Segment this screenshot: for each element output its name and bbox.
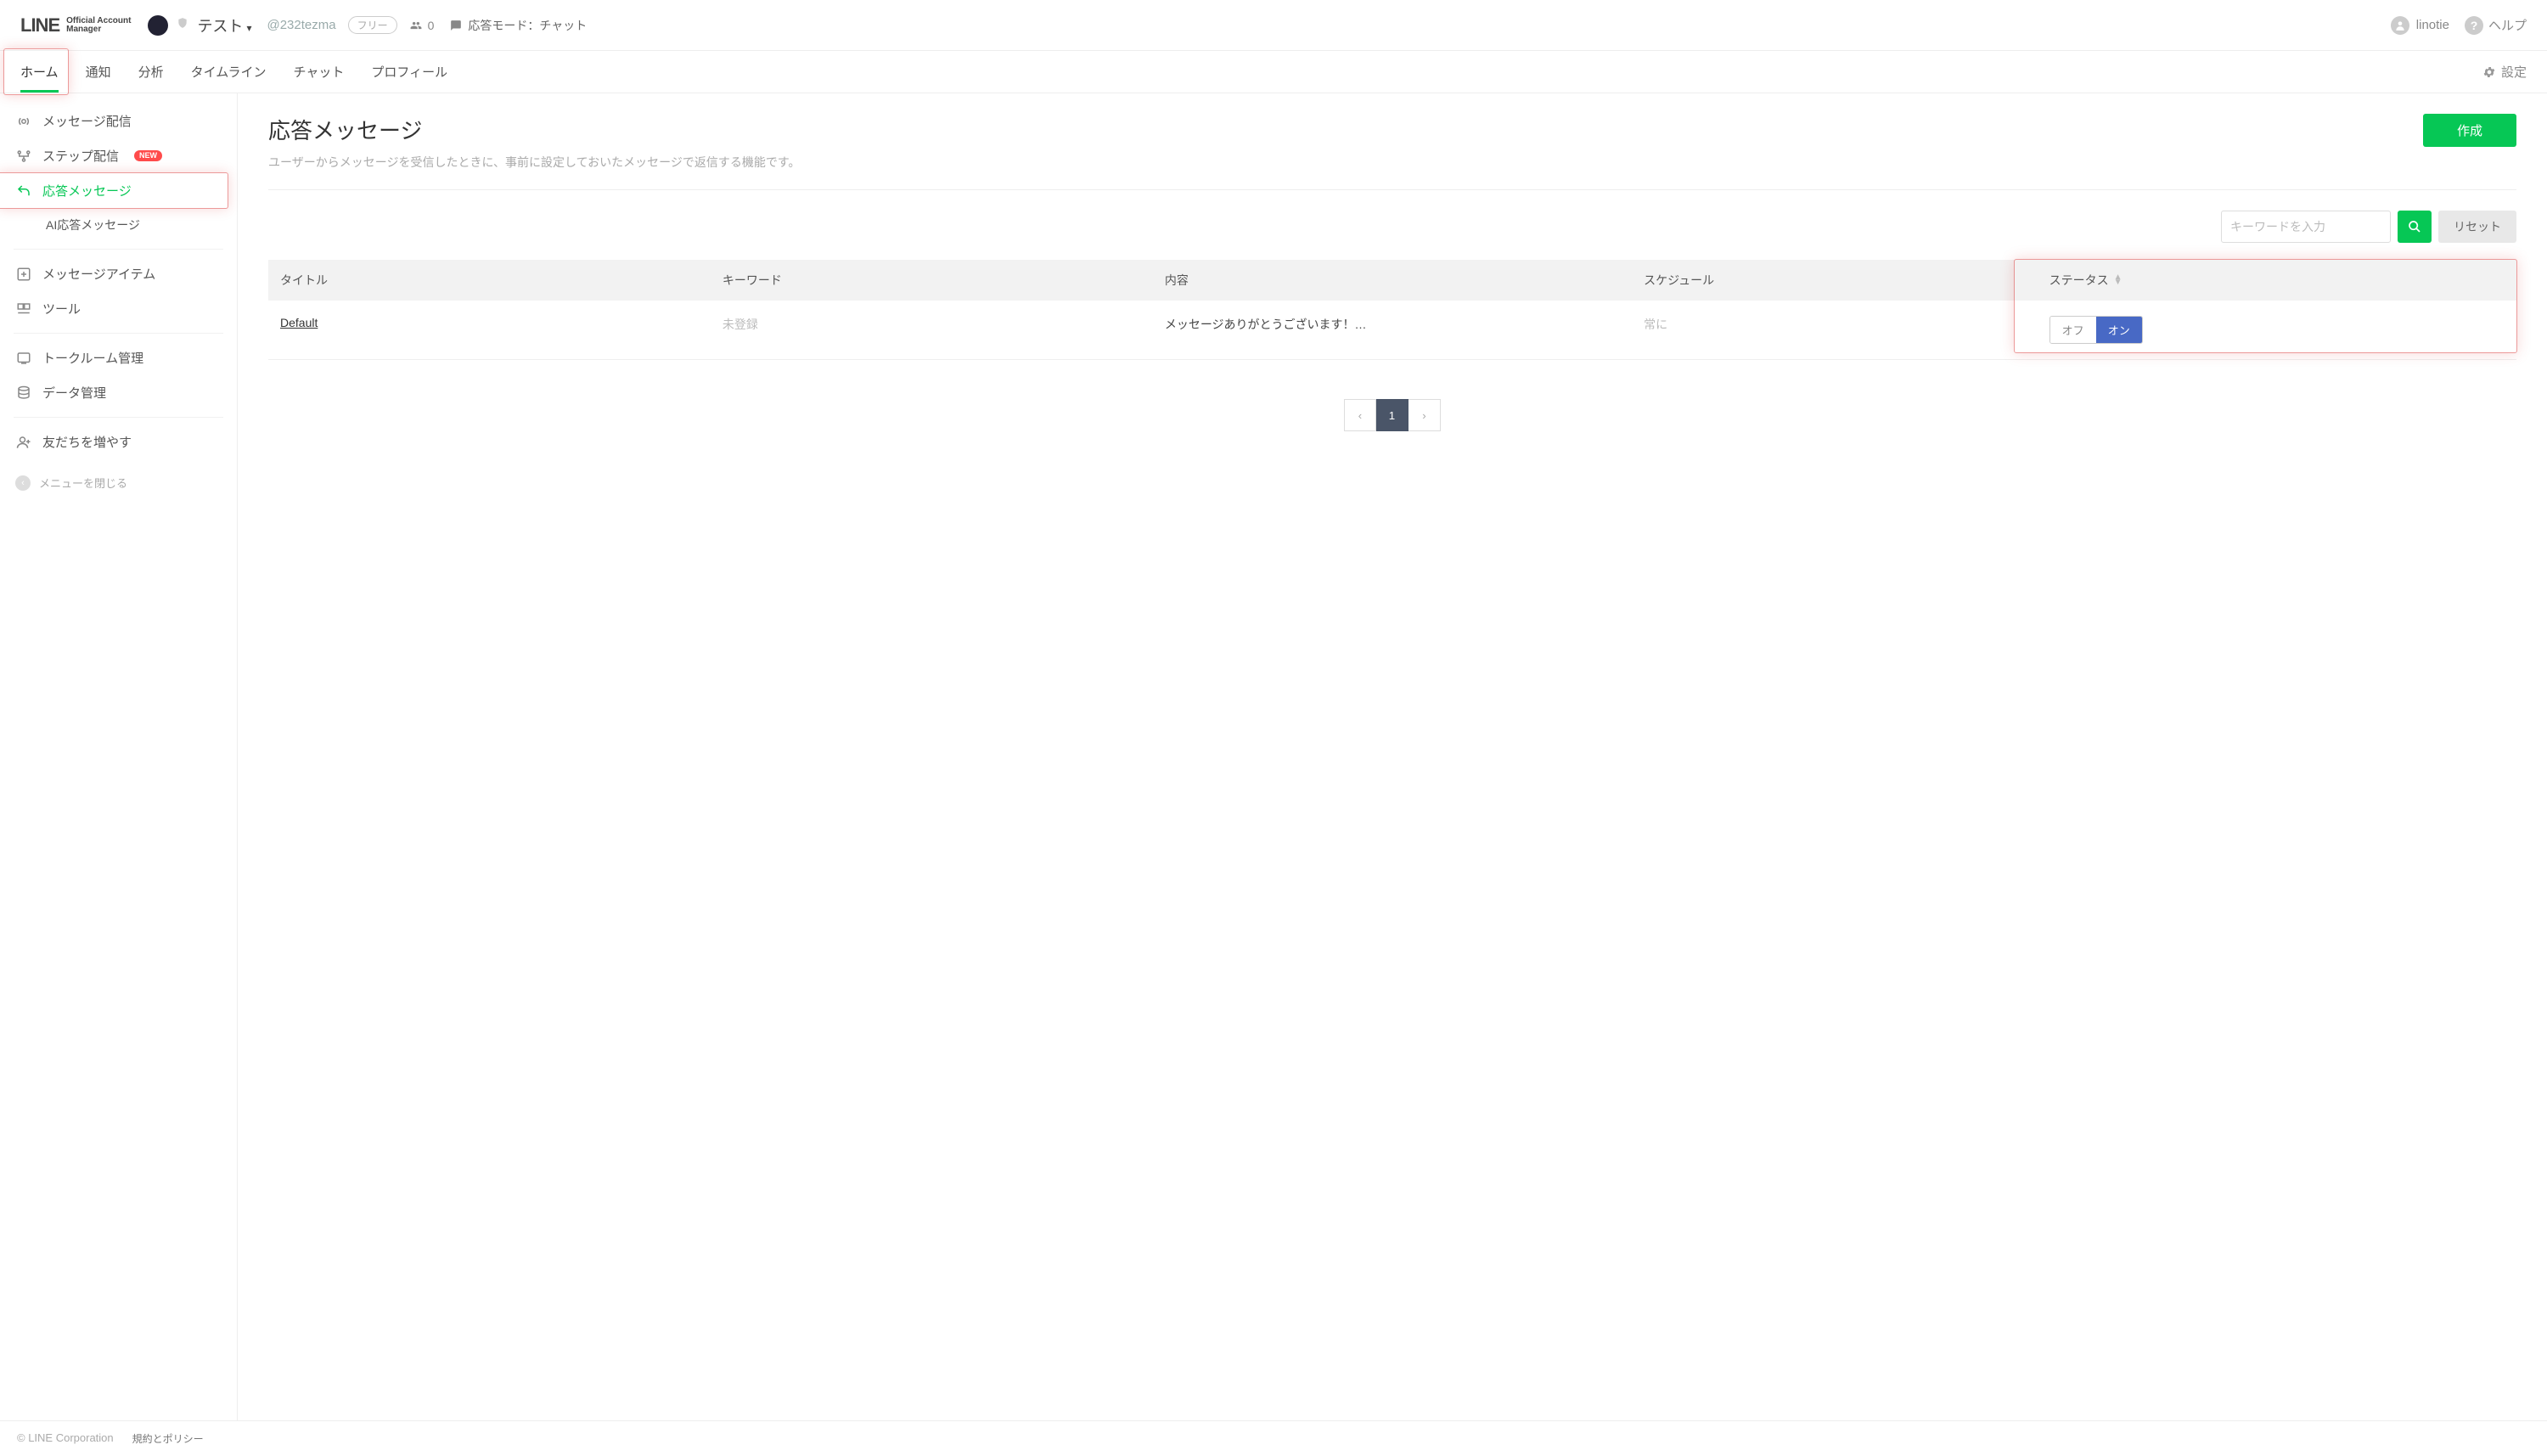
- page-prev[interactable]: ‹: [1344, 399, 1376, 431]
- new-badge: NEW: [134, 150, 162, 161]
- tools-icon: [15, 301, 32, 317]
- search-button[interactable]: [2398, 211, 2432, 243]
- table-row: Default 未登録 メッセージありがとうございます！… 常に オフ オン: [268, 301, 2516, 359]
- plus-square-icon: [15, 267, 32, 282]
- table-header: タイトル キーワード 内容 スケジュール ステータス ▲▼: [268, 260, 2516, 301]
- footer: © LINE Corporation 規約とポリシー: [0, 1420, 2547, 1456]
- response-mode[interactable]: 応答モード：チャット: [449, 17, 587, 34]
- sidebar-item-data[interactable]: データ管理: [0, 375, 237, 410]
- account-name: テスト▾: [197, 14, 251, 37]
- search-input[interactable]: [2221, 211, 2391, 243]
- sidebar-item-talkroom[interactable]: トークルーム管理: [0, 340, 237, 375]
- user-avatar-icon: [2391, 16, 2409, 35]
- chatroom-icon: [15, 351, 32, 366]
- sort-icon: ▲▼: [2114, 275, 2122, 285]
- sidebar-item-auto-response[interactable]: 応答メッセージ: [0, 173, 237, 208]
- row-keyword: 未登録: [711, 301, 1153, 359]
- th-content[interactable]: 内容: [1153, 260, 1632, 301]
- status-toggle: オフ オン: [2049, 316, 2143, 344]
- close-sidebar[interactable]: ‹ メニューを閉じる: [0, 464, 237, 501]
- tab-timeline[interactable]: タイムライン: [191, 51, 267, 93]
- page-next[interactable]: ›: [1408, 399, 1441, 431]
- sidebar-item-tools[interactable]: ツール: [0, 291, 237, 326]
- row-title-link[interactable]: Default: [280, 316, 318, 329]
- th-title[interactable]: タイトル: [268, 260, 711, 301]
- tab-analysis[interactable]: 分析: [138, 51, 164, 93]
- create-button[interactable]: 作成: [2423, 114, 2516, 147]
- reply-icon: [15, 183, 32, 199]
- toggle-on[interactable]: オン: [2096, 317, 2142, 343]
- page-1[interactable]: 1: [1376, 399, 1408, 431]
- tab-home[interactable]: ホーム: [20, 51, 59, 93]
- logo[interactable]: LINE Official Account Manager: [20, 14, 131, 37]
- reset-button[interactable]: リセット: [2438, 211, 2516, 243]
- header-bar: LINE Official Account Manager テスト▾ @232t…: [0, 0, 2547, 51]
- account-avatar-icon: [148, 15, 168, 36]
- logo-subtext: Official Account Manager: [66, 17, 131, 34]
- plan-badge: フリー: [348, 16, 397, 34]
- sidebar-item-step[interactable]: ステップ配信 NEW: [0, 138, 237, 173]
- shield-icon: [177, 16, 188, 34]
- sidebar-item-message-item[interactable]: メッセージアイテム: [0, 256, 237, 291]
- main-nav: ホーム 通知 分析 タイムライン チャット プロフィール 設定: [0, 51, 2547, 93]
- tab-chat[interactable]: チャット: [294, 51, 345, 93]
- tab-profile[interactable]: プロフィール: [371, 51, 447, 93]
- add-user-icon: [15, 435, 32, 450]
- help-link[interactable]: ? ヘルプ: [2465, 16, 2527, 35]
- sidebar-item-broadcast[interactable]: メッセージ配信: [0, 104, 237, 138]
- gear-icon: [2482, 65, 2496, 79]
- sidebar-item-ai-response[interactable]: AI応答メッセージ: [0, 208, 237, 242]
- toggle-off[interactable]: オフ: [2050, 317, 2096, 343]
- logo-text: LINE: [20, 14, 59, 37]
- chevron-left-icon: ‹: [15, 475, 31, 491]
- step-icon: [15, 149, 32, 164]
- chat-bubble-icon: [449, 20, 463, 31]
- search-icon: [2408, 220, 2421, 233]
- divider: [268, 189, 2516, 190]
- username: linotie: [2416, 18, 2449, 32]
- sidebar: メッセージ配信 ステップ配信 NEW 応答メッセージ AI応答メッセージ メッセ…: [0, 93, 238, 1420]
- page-title: 応答メッセージ: [268, 114, 801, 145]
- user-menu[interactable]: linotie: [2391, 16, 2449, 35]
- pagination: ‹ 1 ›: [268, 399, 2516, 431]
- account-switcher[interactable]: テスト▾: [148, 14, 251, 37]
- page-subtitle: ユーザーからメッセージを受信したときに、事前に設定しておいたメッセージで返信する…: [268, 154, 801, 171]
- th-status[interactable]: ステータス ▲▼: [2038, 260, 2516, 301]
- th-keyword[interactable]: キーワード: [711, 260, 1153, 301]
- main-content: 応答メッセージ ユーザーからメッセージを受信したときに、事前に設定しておいたメッ…: [238, 93, 2547, 1420]
- row-content: メッセージありがとうございます！…: [1153, 301, 1632, 359]
- th-schedule[interactable]: スケジュール: [1632, 260, 2038, 301]
- account-handle: @232tezma: [267, 18, 335, 32]
- broadcast-icon: [15, 114, 32, 129]
- settings-link[interactable]: 設定: [2482, 63, 2527, 81]
- help-icon: ?: [2465, 16, 2483, 35]
- copyright: © LINE Corporation: [17, 1431, 114, 1446]
- policy-link[interactable]: 規約とポリシー: [132, 1431, 204, 1446]
- sidebar-item-grow-friends[interactable]: 友だちを増やす: [0, 424, 237, 459]
- chevron-down-icon: ▾: [246, 22, 251, 34]
- tab-notifications[interactable]: 通知: [86, 51, 111, 93]
- database-icon: [15, 385, 32, 401]
- friends-count[interactable]: 0: [409, 19, 435, 32]
- search-toolbar: リセット: [268, 211, 2516, 243]
- people-icon: [409, 20, 423, 31]
- response-table: タイトル キーワード 内容 スケジュール ステータス ▲▼ Default 未登…: [268, 260, 2516, 360]
- row-schedule: 常に: [1632, 301, 2038, 359]
